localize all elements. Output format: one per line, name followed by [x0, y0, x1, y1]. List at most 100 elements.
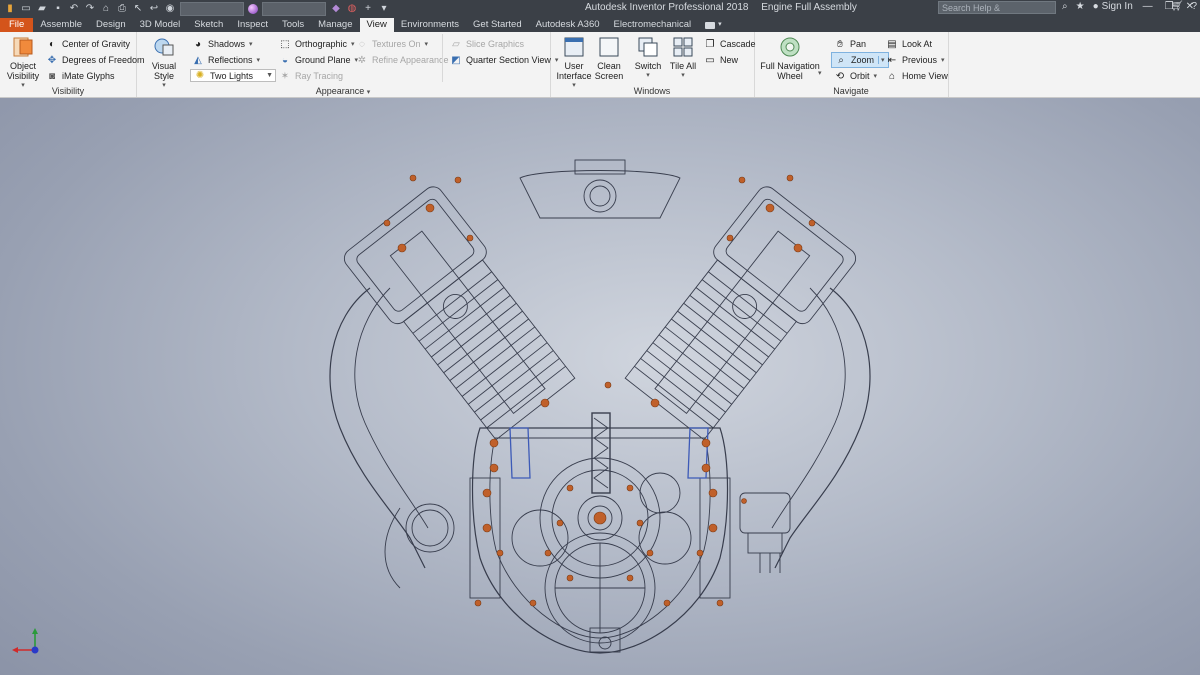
slice-graphics-button[interactable]: ▱ Slice Graphics	[450, 37, 524, 51]
tab-assemble[interactable]: Assemble	[33, 18, 89, 32]
select-icon[interactable]: ↖	[132, 3, 144, 15]
quarter-section-view-label: Quarter Section View	[466, 55, 551, 65]
quick-access-toolbar: ▮ ▭ ▰ ▪ ↶ ↷ ⌂ ⎙ ↖ ↩ ◉ ◆ ◍ + ▾	[4, 1, 390, 16]
tab-electromechanical[interactable]: Electromechanical	[607, 18, 699, 32]
shadows-button[interactable]: ◕ Shadows ▾	[192, 37, 253, 51]
maximize-icon[interactable]: ❐	[1165, 1, 1174, 12]
undo-icon[interactable]: ↶	[68, 3, 80, 15]
chevron-down-icon[interactable]: ▾	[818, 69, 822, 77]
object-visibility-button[interactable]: Object Visibility ▾	[6, 36, 40, 91]
search-icon[interactable]: ⌕	[1062, 1, 1068, 12]
favorites-star-icon[interactable]: ★	[1076, 1, 1085, 12]
print-icon[interactable]: ⎙	[116, 3, 128, 15]
clean-screen-label: Clean Screen	[594, 61, 624, 81]
orbit-button[interactable]: ⟲ Orbit ▾	[834, 69, 877, 83]
chevron-down-icon[interactable]: ▾	[367, 89, 371, 96]
app-logo-icon[interactable]: ▮	[4, 3, 16, 15]
chevron-down-icon: ▾	[351, 41, 355, 48]
clean-screen-button[interactable]: Clean Screen	[594, 36, 624, 81]
tab-autodesk-a360[interactable]: Autodesk A360	[529, 18, 607, 32]
zoom-button[interactable]: ⌕ Zoom ▾	[831, 52, 889, 68]
window-title: Autodesk Inventor Professional 2018 Engi…	[585, 2, 867, 13]
home-icon[interactable]: ⌂	[100, 3, 112, 15]
quarter-section-view-button[interactable]: ◩ Quarter Section View ▾	[450, 53, 558, 67]
sign-in-button[interactable]: ● Sign In	[1093, 1, 1133, 12]
ribbon-display-toggle[interactable]: ▾	[698, 18, 729, 32]
lighting-style-dropdown[interactable]: ✺ Two Lights ▼	[190, 69, 276, 82]
textures-on-button[interactable]: ◌ Textures On ▾	[356, 37, 428, 51]
zoom-label: Zoom	[851, 55, 875, 65]
tab-inspect[interactable]: Inspect	[230, 18, 275, 32]
new-window-button[interactable]: ▭ New	[704, 53, 738, 67]
orbit-label: Orbit	[850, 71, 870, 81]
document-title: Engine Full Assembly	[761, 2, 857, 13]
tab-file[interactable]: File	[0, 18, 34, 32]
user-interface-button[interactable]: User Interface ▾	[557, 36, 592, 91]
appearance-panel-title: Appearance ▾	[136, 86, 550, 96]
tile-all-button[interactable]: Tile All ▾	[668, 36, 698, 81]
plus-icon[interactable]: +	[362, 3, 374, 15]
appearance-panel: Visual Style ▾ ◕ Shadows ▾ ◭ Reflections…	[136, 32, 558, 97]
appearance-override-icon[interactable]: ◆	[330, 3, 342, 15]
home-view-label: Home View	[902, 71, 948, 81]
appearance-combo[interactable]	[262, 1, 326, 16]
ray-tracing-icon: ✶	[280, 70, 290, 82]
engine-assembly-wireframe[interactable]	[0, 98, 1200, 675]
ground-plane-label: Ground Plane	[295, 55, 351, 65]
appearance-ball-icon[interactable]	[248, 3, 258, 14]
chevron-down-icon: ▾	[256, 57, 261, 64]
search-help-input[interactable]: Search Help & Commands...	[938, 1, 1056, 26]
new-window-label: New	[720, 55, 739, 65]
return-icon[interactable]: ↩	[148, 3, 160, 15]
customize-icon[interactable]: ▾	[378, 3, 390, 15]
orthographic-button[interactable]: ⬚ Orthographic ▾	[279, 37, 355, 51]
redo-icon[interactable]: ↷	[84, 3, 96, 15]
center-of-gravity-label: Center of Gravity	[62, 39, 131, 49]
chevron-down-icon: ▾	[878, 56, 885, 64]
refine-appearance-button[interactable]: ✲ Refine Appearance	[356, 53, 449, 67]
tab-view[interactable]: View	[359, 18, 394, 32]
reflections-button[interactable]: ◭ Reflections ▾	[192, 53, 260, 67]
switch-button[interactable]: Switch ▾	[632, 36, 664, 81]
degrees-of-freedom-button[interactable]: ✥ Degrees of Freedom	[46, 53, 145, 67]
imate-glyphs-button[interactable]: ◙ iMate Glyphs	[46, 69, 115, 83]
tab-tools[interactable]: Tools	[275, 18, 311, 32]
tab-sketch[interactable]: Sketch	[187, 18, 230, 32]
pan-button[interactable]: ✋︎ Pan	[834, 37, 866, 51]
separator	[442, 34, 443, 82]
chevron-down-icon: ▼	[266, 72, 273, 79]
graphics-viewport[interactable]	[0, 98, 1200, 675]
tab-3d-model[interactable]: 3D Model	[133, 18, 188, 32]
minimize-icon[interactable]: —	[1143, 1, 1153, 12]
user-icon: ●	[1092, 1, 1099, 12]
ray-tracing-button[interactable]: ✶ Ray Tracing	[279, 69, 343, 83]
clear-override-icon[interactable]: ◍	[346, 3, 358, 15]
tab-manage[interactable]: Manage	[311, 18, 359, 32]
home-view-button[interactable]: ⌂ Home View	[886, 69, 948, 83]
open-folder-icon[interactable]: ▰	[36, 3, 48, 15]
tab-design[interactable]: Design	[89, 18, 133, 32]
center-of-gravity-button[interactable]: ◐ Center of Gravity	[46, 37, 130, 51]
reflections-icon: ◭	[194, 54, 202, 66]
ground-plane-button[interactable]: ◒ Ground Plane ▾	[279, 53, 358, 67]
new-window-icon: ▭	[705, 54, 715, 66]
save-icon[interactable]: ▪	[52, 3, 64, 15]
previous-view-button[interactable]: ⇤ Previous ▾	[886, 53, 945, 67]
look-at-button[interactable]: ▤ Look At	[886, 37, 932, 51]
window-controls: — ❐ ✕	[1143, 1, 1194, 12]
full-navigation-wheel-button[interactable]: Full Navigation Wheel	[760, 36, 820, 81]
tab-environments[interactable]: Environments	[394, 18, 466, 32]
update-icon[interactable]: ◉	[164, 3, 176, 15]
orbit-icon: ⟲	[835, 70, 845, 82]
cascade-button[interactable]: ❐ Cascade	[704, 37, 756, 51]
imate-glyphs-label: iMate Glyphs	[62, 71, 115, 81]
tab-get-started[interactable]: Get Started	[466, 18, 529, 32]
material-combo[interactable]	[180, 1, 244, 16]
home-view-icon: ⌂	[888, 70, 896, 82]
textures-icon: ◌	[359, 38, 365, 50]
visual-style-button[interactable]: Visual Style ▾	[142, 36, 186, 91]
close-icon[interactable]: ✕	[1186, 1, 1194, 12]
new-file-icon[interactable]: ▭	[20, 3, 32, 15]
chevron-down-icon: ▾	[941, 57, 945, 64]
degrees-of-freedom-label: Degrees of Freedom	[62, 55, 145, 65]
